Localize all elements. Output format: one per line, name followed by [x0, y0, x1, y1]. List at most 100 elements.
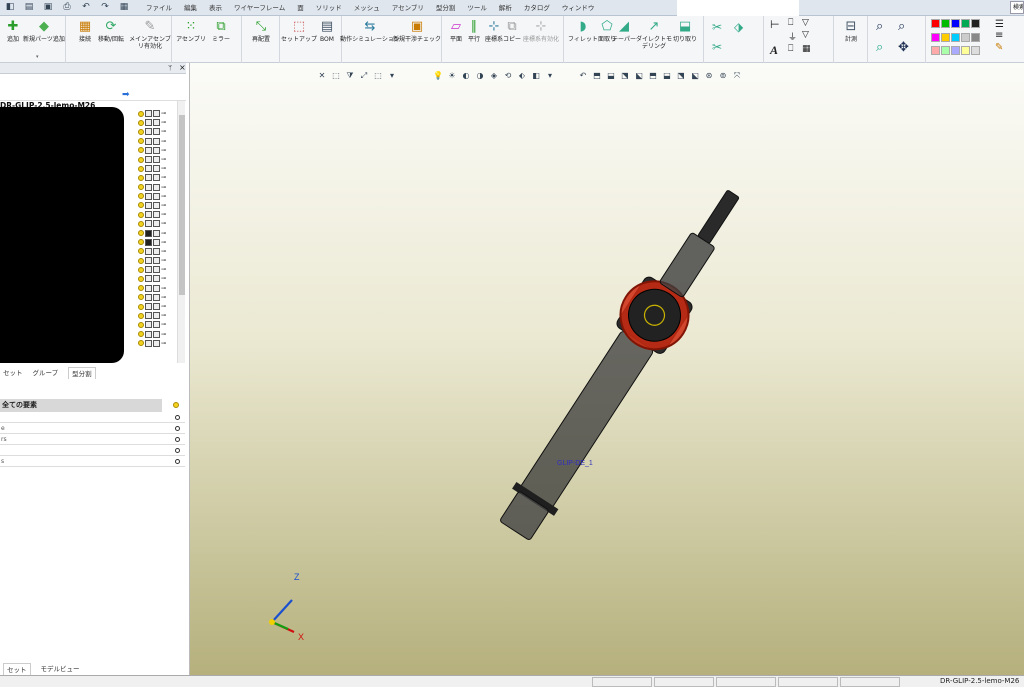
link-icon[interactable]: ⊸ — [161, 202, 166, 209]
tree-row[interactable]: ⊸ — [138, 137, 178, 146]
visibility-bulb-icon[interactable] — [138, 275, 144, 282]
surface-finish-icon[interactable]: ▽ — [802, 30, 809, 40]
link-icon[interactable]: ⊸ — [161, 294, 166, 301]
table-icon[interactable]: ▦ — [802, 44, 811, 54]
color-swatch[interactable] — [971, 19, 980, 28]
tree-row[interactable]: ⊸ — [138, 219, 178, 228]
visibility-bulb-icon[interactable] — [138, 257, 144, 264]
menu-view[interactable]: 表示 — [203, 0, 228, 16]
menu-analysis[interactable]: 解析 — [493, 0, 518, 16]
tool-a-icon[interactable]: ✂ — [712, 20, 722, 34]
tree-row[interactable]: ⊸ — [138, 201, 178, 210]
color-swatch[interactable] — [941, 32, 950, 42]
color-swatch[interactable] — [941, 46, 950, 56]
menu-tools[interactable]: ツール — [461, 0, 493, 16]
color-swatch[interactable] — [951, 19, 960, 28]
zoom-fit-icon[interactable]: ⌕ — [876, 19, 883, 34]
note-icon[interactable]: ⎕ — [788, 18, 793, 28]
tree-row[interactable]: ⊸ — [138, 228, 178, 237]
color-swatch[interactable] — [951, 46, 960, 56]
visibility-bulb-icon[interactable] — [138, 239, 144, 246]
lightbulb-icon[interactable] — [173, 402, 179, 410]
visibility-bulb-icon[interactable] — [138, 193, 144, 200]
property-row[interactable] — [0, 445, 185, 456]
new-file-icon[interactable]: ◧ — [2, 1, 18, 14]
activate-cs-button[interactable]: ⊹ 座標系有効化 — [520, 18, 562, 44]
move-rotate-button[interactable]: ⟳ 移動/回転 — [94, 18, 128, 44]
color-swatch[interactable] — [971, 32, 980, 42]
tree-row[interactable]: ⊸ — [138, 274, 178, 283]
visibility-bulb-icon[interactable] — [138, 220, 144, 227]
mirror-button[interactable]: ⧉ ミラー — [204, 18, 238, 44]
motion-sim-button[interactable]: ⇆ 動作シミュレーション — [340, 18, 400, 44]
link-icon[interactable]: ⊸ — [161, 275, 166, 282]
open-folder-icon[interactable]: ▤ — [21, 1, 37, 14]
color-swatch[interactable] — [931, 32, 940, 42]
pin-icon[interactable]: ᛘ — [168, 64, 172, 72]
link-icon[interactable]: ⊸ — [161, 138, 166, 145]
link-icon[interactable]: ⊸ — [161, 285, 166, 292]
tab-set[interactable]: セット — [3, 367, 23, 379]
visibility-bulb-icon[interactable] — [138, 165, 144, 172]
visibility-icon[interactable] — [175, 437, 180, 442]
visibility-bulb-icon[interactable] — [138, 147, 144, 154]
property-row[interactable]: rs — [0, 434, 185, 445]
tree-row[interactable]: ⊸ — [138, 173, 178, 182]
chevron-down-icon[interactable]: ▾ — [36, 54, 39, 60]
visibility-bulb-icon[interactable] — [138, 340, 144, 347]
link-icon[interactable]: ⊸ — [161, 193, 166, 200]
tab-group[interactable]: グループ — [33, 367, 59, 379]
link-icon[interactable]: ⊸ — [161, 331, 166, 338]
taper-button[interactable]: ◢ テーパー — [612, 18, 636, 44]
measure-button[interactable]: ⊟ 計測 — [834, 18, 868, 44]
tree-row[interactable]: ⊸ — [138, 265, 178, 274]
3d-model[interactable]: GLIP-DE_1 — [190, 63, 1024, 675]
cut-button[interactable]: ⬓ 切り取り — [668, 18, 702, 44]
link-icon[interactable]: ⊸ — [161, 184, 166, 191]
link-icon[interactable]: ⊸ — [161, 230, 166, 237]
link-icon[interactable]: ⊸ — [161, 128, 166, 135]
tree-row[interactable]: ⊸ — [138, 210, 178, 219]
visibility-bulb-icon[interactable] — [138, 285, 144, 292]
menu-wireframe[interactable]: ワイヤーフレーム — [228, 0, 291, 16]
link-icon[interactable]: ⊸ — [161, 220, 166, 227]
color-swatch[interactable] — [941, 19, 950, 28]
arrow-right-icon[interactable]: ➡ — [122, 90, 130, 100]
close-icon[interactable]: × — [179, 63, 186, 72]
link-icon[interactable]: ⊸ — [161, 303, 166, 310]
link-icon[interactable]: ⊸ — [161, 257, 166, 264]
tree-row[interactable]: ⊸ — [138, 256, 178, 265]
window-icon[interactable]: ▦ — [116, 1, 132, 14]
tree-row[interactable]: ⊸ — [138, 320, 178, 329]
undo-icon[interactable]: ↶ — [78, 1, 94, 14]
visibility-bulb-icon[interactable] — [138, 119, 144, 126]
tree-row[interactable]: ⊸ — [138, 311, 178, 320]
scroll-thumb[interactable] — [179, 115, 185, 295]
bom-button[interactable]: ▤ BOM — [310, 18, 344, 44]
menu-window[interactable]: ウィンドウ — [556, 0, 601, 16]
visibility-bulb-icon[interactable] — [138, 266, 144, 273]
visibility-bulb-icon[interactable] — [138, 202, 144, 209]
visibility-bulb-icon[interactable] — [138, 184, 144, 191]
link-icon[interactable]: ⊸ — [161, 239, 166, 246]
link-icon[interactable]: ⊸ — [161, 147, 166, 154]
menu-mold[interactable]: 型分割 — [430, 0, 462, 16]
visibility-bulb-icon[interactable] — [138, 248, 144, 255]
text-icon[interactable]: A — [770, 43, 778, 58]
link-icon[interactable]: ⊸ — [161, 248, 166, 255]
color-swatch[interactable] — [931, 46, 940, 56]
property-row[interactable]: e — [0, 423, 185, 434]
visibility-bulb-icon[interactable] — [138, 294, 144, 301]
tool-c-icon[interactable]: ✂ — [712, 40, 722, 54]
menu-solid[interactable]: ソリッド — [310, 0, 348, 16]
color-swatch[interactable] — [951, 32, 960, 42]
visibility-bulb-icon[interactable] — [138, 211, 144, 218]
parallel-button[interactable]: ∥ 平行 — [464, 18, 484, 44]
link-icon[interactable]: ⊸ — [161, 340, 166, 347]
dimension-icon[interactable]: ⊢ — [770, 18, 780, 31]
link-icon[interactable]: ⊸ — [161, 312, 166, 319]
visibility-bulb-icon[interactable] — [138, 321, 144, 328]
tree-row[interactable]: ⊸ — [138, 183, 178, 192]
visibility-icon[interactable] — [175, 426, 180, 431]
tree-row[interactable]: ⊸ — [138, 127, 178, 136]
